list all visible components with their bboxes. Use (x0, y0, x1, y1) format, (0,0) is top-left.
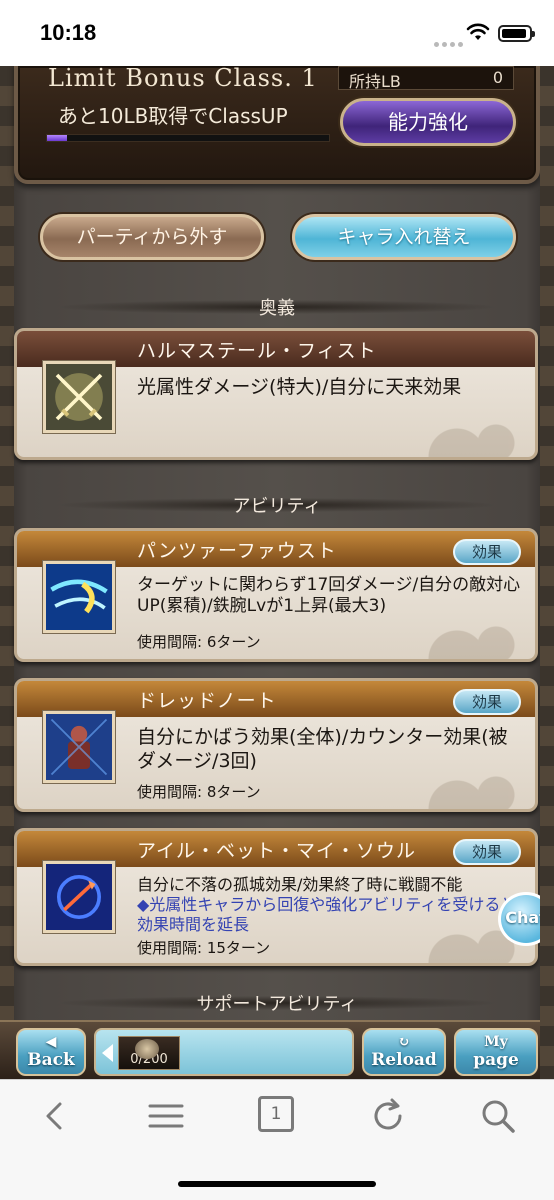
lb-progress-bar (46, 134, 330, 142)
expand-arrow-icon[interactable] (102, 1044, 113, 1062)
ougi-card: ハルマステール・フィスト 光属性ダメージ(特大)/自分に天来効果 (14, 328, 538, 460)
game-view: Limit Bonus Class. 1 所持LB 0 あと10LB取得でCla… (0, 66, 554, 1079)
back-arrow-icon[interactable] (36, 1096, 76, 1136)
crossed-swords-icon (43, 361, 115, 433)
section-ougi-label: 奥義 (259, 298, 295, 319)
mypage-label-top: My (484, 1034, 508, 1050)
section-abilities-label: アビリティ (232, 496, 322, 517)
mypage-label-bottom: page (473, 1050, 519, 1070)
stamina-box: 0/200 (94, 1028, 354, 1076)
ability-cooldown: 使用間隔: 8ターン (137, 783, 261, 801)
limit-bonus-class: Limit Bonus Class. 1 (48, 66, 318, 92)
tabs-button[interactable]: 1 (258, 1096, 294, 1132)
ougi-name: ハルマステール・フィスト (137, 340, 377, 362)
reload-button[interactable]: ↻ Reload (362, 1028, 446, 1076)
guardian-figure-icon (43, 711, 115, 783)
reload-label: Reload (371, 1050, 437, 1070)
remove-from-party-button[interactable]: パーティから外す (40, 214, 264, 260)
mypage-button[interactable]: My page (454, 1028, 538, 1076)
status-time: 10:18 (40, 20, 97, 45)
game-nav-bar: ◀ Back 0/200 ↻ Reload My page (0, 1020, 554, 1079)
bolt-circle-icon (43, 861, 115, 933)
swap-character-button[interactable]: キャラ入れ替え (292, 214, 516, 260)
ability-cooldown: 使用間隔: 15ターン (137, 939, 271, 957)
chat-button[interactable]: Chat (498, 892, 554, 946)
power-up-button[interactable]: 能力強化 (340, 98, 516, 146)
ability-card: アイル・ベット・マイ・ソウル 効果 自分に不落の孤城効果/効果終了時に戦闘不能 … (14, 828, 538, 966)
card-ornament (405, 387, 535, 457)
limit-bonus-panel: Limit Bonus Class. 1 所持LB 0 あと10LB取得でCla… (14, 66, 540, 184)
stamina-counter: 0/200 (118, 1036, 180, 1070)
lb-progress-fill (47, 135, 67, 141)
owned-lb-box: 所持LB 0 (338, 66, 514, 91)
search-icon[interactable] (478, 1096, 518, 1136)
ability-card: パンツァーファウスト 効果 ターゲットに関わらず17回ダメージ/自分の敵対心UP… (14, 528, 538, 662)
section-ougi-header: 奥義 (60, 294, 494, 319)
wifi-icon (466, 23, 490, 40)
stamina-value: 0/200 (130, 1052, 168, 1067)
card-ornament (405, 739, 535, 809)
back-button[interactable]: ◀ Back (16, 1028, 86, 1076)
ability-effect-button[interactable]: 効果 (453, 839, 521, 865)
ability-cooldown: 使用間隔: 6ターン (137, 633, 261, 651)
lb-remaining-text: あと10LB取得でClassUP (58, 104, 288, 128)
section-abilities-header: アビリティ (60, 492, 494, 517)
owned-lb-value: 0 (492, 68, 503, 87)
home-indicator (178, 1181, 376, 1187)
owned-lb-label: 所持LB (349, 72, 401, 91)
list-icon[interactable] (146, 1096, 186, 1136)
ability-name: パンツァーファウスト (137, 540, 337, 562)
battery-icon (498, 25, 535, 42)
back-arrow-icon: ◀ (45, 1034, 57, 1050)
ability-card: ドレッドノート 効果 自分にかばう効果(全体)/カウンター効果(被ダメージ/3回… (14, 678, 538, 812)
section-support-label: サポートアビリティ (196, 994, 358, 1015)
signal-dots-icon (434, 32, 466, 51)
status-bar: 10:18 (0, 0, 554, 66)
ability-effect-button[interactable]: 効果 (453, 539, 521, 565)
ability-effect-button[interactable]: 効果 (453, 689, 521, 715)
ability-name: アイル・ベット・マイ・ソウル (137, 840, 417, 862)
back-label: Back (27, 1050, 75, 1070)
reload-icon[interactable] (368, 1096, 408, 1136)
ability-description-main: 自分に不落の孤城効果/効果終了時に戦闘不能 (137, 875, 463, 894)
section-support-header: サポートアビリティ (60, 990, 494, 1015)
fist-slash-icon (43, 561, 115, 633)
reload-icon: ↻ (398, 1034, 410, 1050)
ability-name: ドレッドノート (137, 690, 277, 712)
card-ornament (405, 589, 535, 659)
